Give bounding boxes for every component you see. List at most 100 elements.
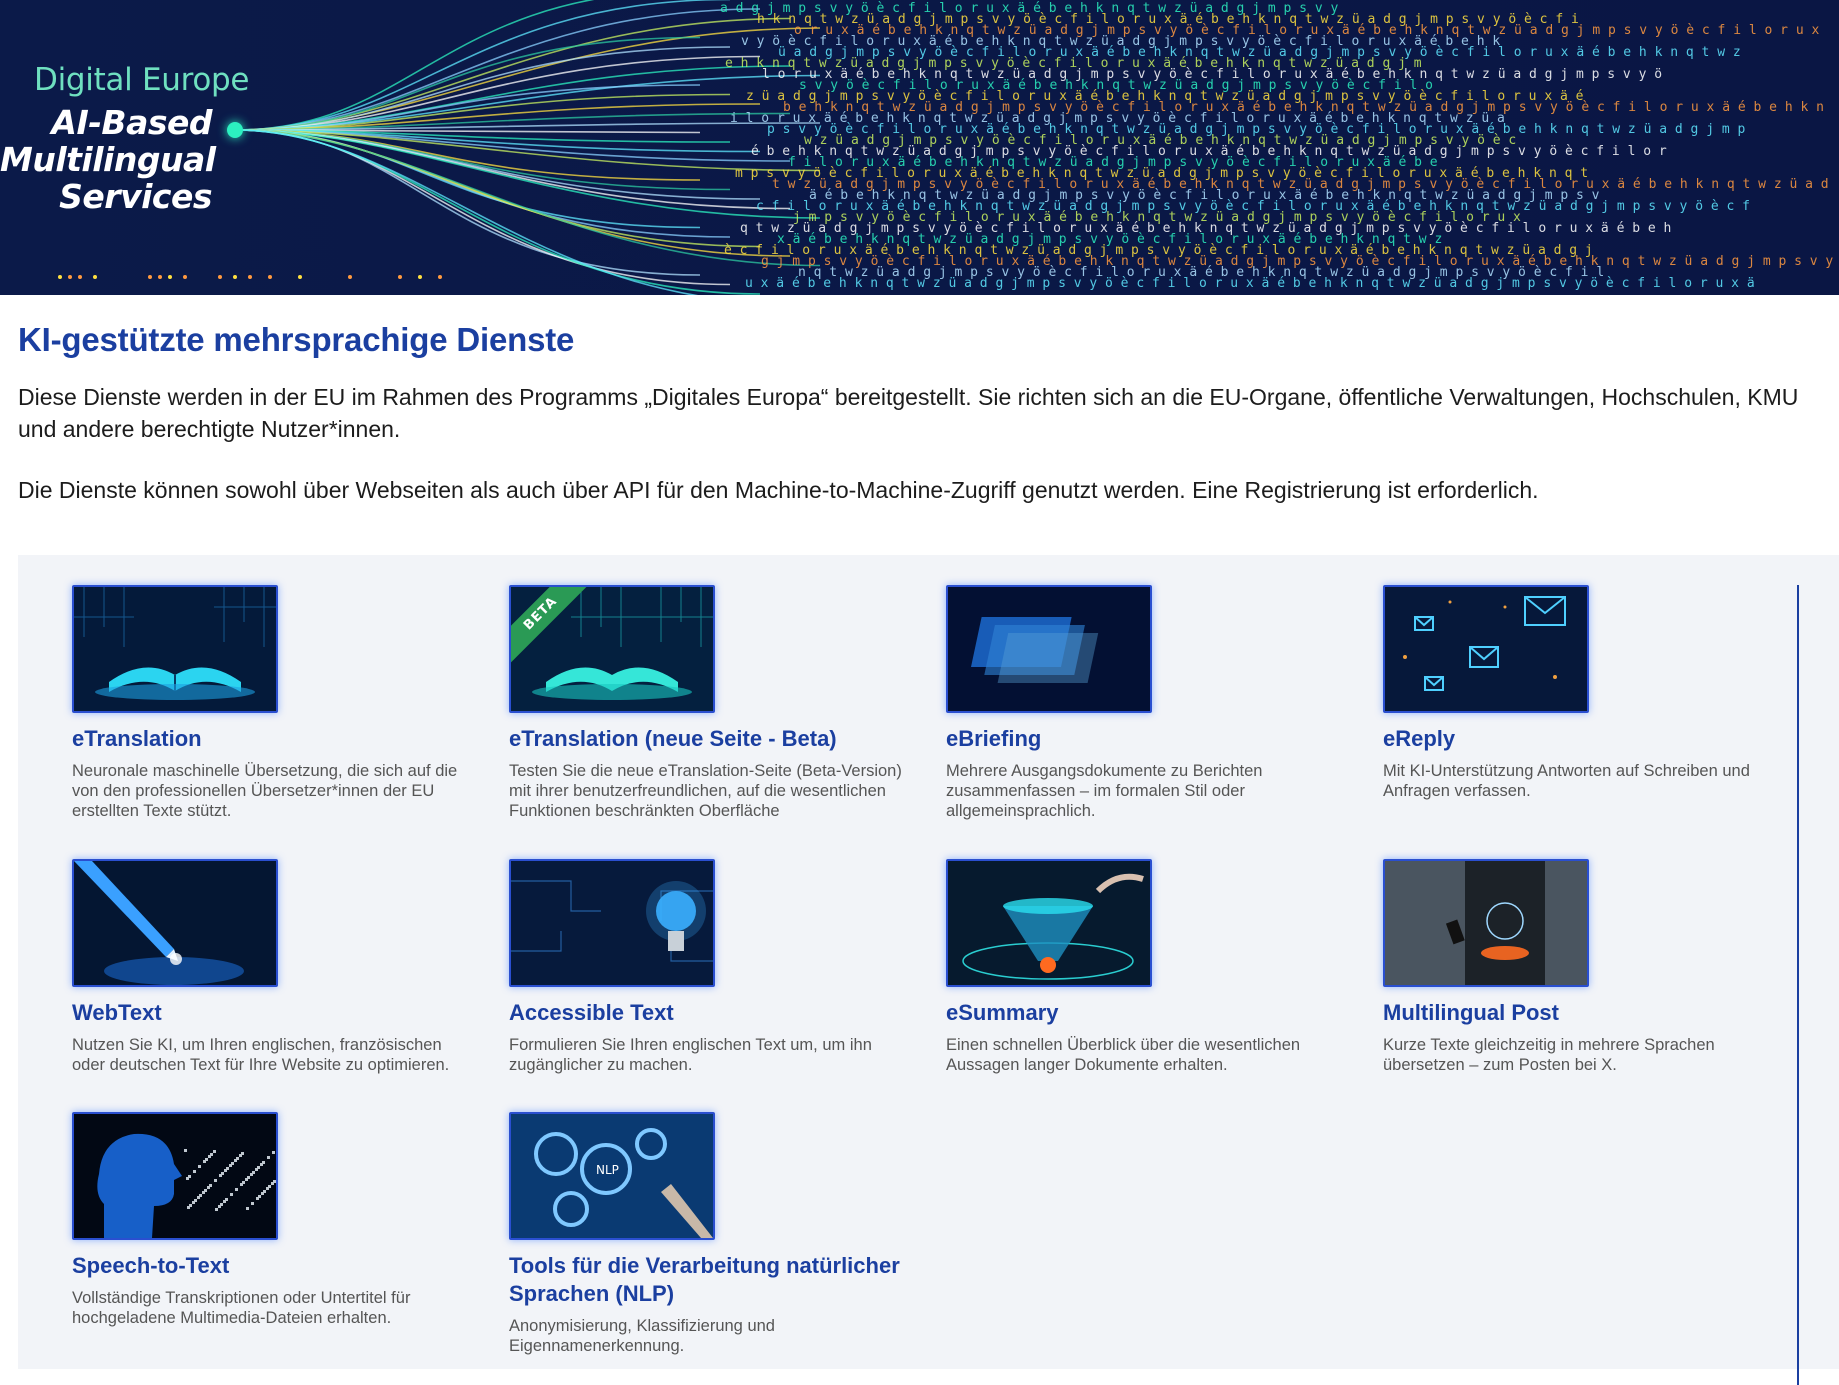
particle-decoration	[218, 1205, 221, 1208]
open-book-image[interactable]	[72, 585, 278, 713]
service-card-webtext[interactable]: WebText Nutzen Sie KI, um Ihren englisch…	[72, 859, 467, 1075]
dot-decoration	[148, 275, 152, 279]
particle-decoration	[187, 1206, 190, 1209]
intro-paragraph: Diese Dienste werden in der EU im Rahmen…	[18, 384, 1799, 442]
service-card-nlp-tools[interactable]: NLP Tools für die Verarbeitung natürlich…	[509, 1112, 904, 1356]
particle-decoration	[230, 1193, 233, 1196]
particle-decoration	[260, 1163, 263, 1166]
dot-decoration	[168, 275, 172, 279]
particle-decoration	[207, 1186, 210, 1189]
gears-image[interactable]: NLP	[509, 1112, 715, 1240]
brand-name: Digital Europe	[34, 62, 250, 98]
dot-decoration	[78, 275, 82, 279]
banner-title: AI-Based Multilingual Services	[0, 103, 216, 216]
service-title[interactable]: eBriefing	[946, 725, 1341, 753]
particle-decoration	[214, 1179, 217, 1182]
dot-decoration	[398, 275, 402, 279]
service-description: Nutzen Sie KI, um Ihren englischen, fran…	[72, 1036, 450, 1074]
lightbulb-image[interactable]	[509, 859, 715, 987]
banner-title-line: AI-Based	[51, 103, 212, 142]
service-title[interactable]: eTranslation	[72, 725, 467, 753]
particle-decoration	[234, 1159, 237, 1162]
pen-image[interactable]	[72, 859, 278, 987]
particle-decoration	[215, 1208, 218, 1211]
particle-decoration	[203, 1160, 206, 1163]
service-title[interactable]: Multilingual Post	[1383, 999, 1778, 1027]
dot-decoration	[248, 275, 252, 279]
speaking-head-image[interactable]	[72, 1112, 278, 1240]
particle-decoration	[266, 1187, 269, 1190]
service-card-esummary[interactable]: eSummary Einen schnellen Überblick über …	[946, 859, 1341, 1075]
dot-decoration	[158, 275, 162, 279]
particle-decoration	[239, 1154, 242, 1157]
particle-decoration	[246, 1207, 249, 1210]
service-card-ebriefing[interactable]: eBriefing Mehrere Ausgangsdokumente zu B…	[946, 585, 1341, 821]
phone-hands-image[interactable]	[1383, 859, 1589, 987]
particle-decoration	[186, 1177, 189, 1180]
service-title[interactable]: Accessible Text	[509, 999, 904, 1027]
particle-decoration	[250, 1173, 253, 1176]
service-card-ereply[interactable]: eReply Mit KI-Unterstützung Antworten au…	[1383, 585, 1778, 801]
page-title: KI-gestützte mehrsprachige Dienste	[18, 321, 575, 358]
multilingual-lines-artwork: a d g j m p s v y ö è c f i l o r u x ä …	[0, 0, 1839, 295]
dot-decoration	[298, 275, 302, 279]
particle-decoration	[256, 1197, 259, 1200]
hero-banner: a d g j m p s v y ö è c f i l o r u x ä …	[0, 0, 1839, 295]
dot-decoration	[348, 275, 352, 279]
particle-decoration	[240, 1183, 243, 1186]
service-description: Einen schnellen Überblick über die wesen…	[946, 1036, 1301, 1074]
letter-row-decoration: u x ä é b e h k n q t w z ü a d g j m p …	[745, 276, 1755, 291]
dot-decoration	[438, 275, 442, 279]
dot-decoration	[233, 275, 237, 279]
service-description: Kurze Texte gleichzeitig in mehrere Spra…	[1383, 1036, 1715, 1074]
funnel-image[interactable]	[946, 859, 1152, 987]
particle-decoration	[245, 1178, 248, 1181]
particle-decoration	[224, 1169, 227, 1172]
dot-decoration	[183, 275, 187, 279]
dot-decoration	[418, 275, 422, 279]
particle-decoration	[202, 1191, 205, 1194]
intro-section: KI-gestützte mehrsprachige Dienste Diese…	[0, 321, 1839, 506]
dot-decoration	[218, 275, 222, 279]
nlp-label-decoration: NLP	[596, 1163, 619, 1177]
banner-title-line: Services	[59, 177, 212, 216]
service-title[interactable]: Tools für die Verarbeitung natürlicher S…	[509, 1252, 904, 1308]
particle-decoration	[261, 1192, 264, 1195]
document-stack-image[interactable]	[946, 585, 1152, 713]
particle-decoration	[223, 1200, 226, 1203]
service-description: Mit KI-Unterstützung Antworten auf Schre…	[1383, 762, 1750, 800]
service-card-etranslation[interactable]: eTranslation Neuronale maschinelle Übers…	[72, 585, 467, 821]
particle-decoration	[208, 1155, 211, 1158]
service-description: Anonymisierung, Klassifizierung und Eige…	[509, 1317, 775, 1355]
envelopes-image[interactable]	[1383, 585, 1589, 713]
service-card-speech-to-text[interactable]: Speech-to-Text Vollständige Transkriptio…	[72, 1112, 467, 1328]
dot-decoration	[58, 275, 62, 279]
particle-decoration	[198, 1165, 201, 1168]
particle-decoration	[271, 1182, 274, 1185]
service-card-etranslation-beta[interactable]: BETA eTranslation (neue Seite - Beta) Te…	[509, 585, 904, 821]
particle-decoration	[255, 1168, 258, 1171]
panel-divider	[1797, 585, 1799, 1385]
service-title[interactable]: eSummary	[946, 999, 1341, 1027]
particle-decoration	[184, 1149, 187, 1152]
origin-node-icon	[227, 122, 243, 138]
intro-paragraph-api: Die Dienste können sowohl über Webseiten…	[18, 477, 1539, 503]
particle-decoration	[192, 1201, 195, 1204]
particle-decoration	[219, 1174, 222, 1177]
service-title[interactable]: eReply	[1383, 725, 1778, 753]
dot-decoration	[68, 275, 72, 279]
particle-decoration	[193, 1170, 196, 1173]
service-title[interactable]: WebText	[72, 999, 467, 1027]
service-card-accessible-text[interactable]: Accessible Text Formulieren Sie Ihren en…	[509, 859, 904, 1075]
particle-decoration	[235, 1188, 238, 1191]
service-title[interactable]: eTranslation (neue Seite - Beta)	[509, 725, 904, 753]
service-description: Neuronale maschinelle Übersetzung, die s…	[72, 762, 458, 820]
service-title[interactable]: Speech-to-Text	[72, 1252, 467, 1280]
service-description: Mehrere Ausgangsdokumente zu Berichten z…	[946, 762, 1263, 820]
particle-decoration	[197, 1196, 200, 1199]
particle-decoration	[229, 1164, 232, 1167]
particle-decoration	[267, 1156, 270, 1159]
service-description: Formulieren Sie Ihren englischen Text um…	[509, 1036, 872, 1074]
open-book-image[interactable]: BETA	[509, 585, 715, 713]
service-card-multilingual-post[interactable]: Multilingual Post Kurze Texte gleichzeit…	[1383, 859, 1778, 1075]
